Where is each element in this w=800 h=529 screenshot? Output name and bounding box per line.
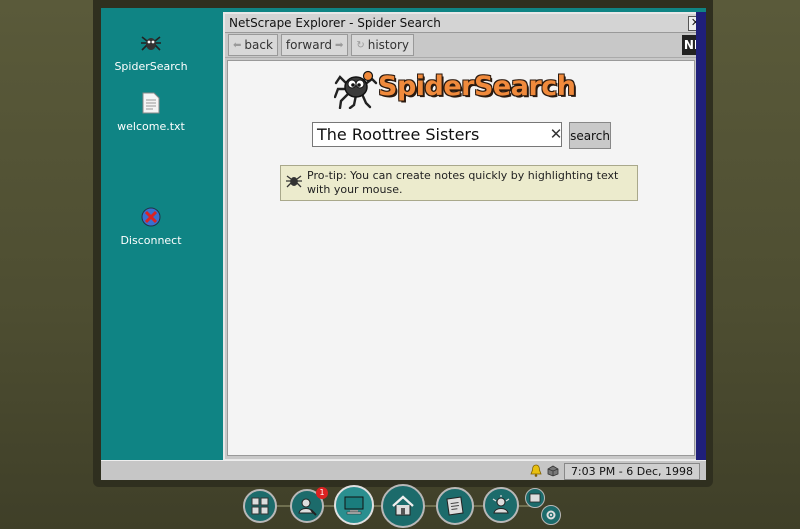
bell-icon[interactable] — [530, 462, 542, 481]
clear-search-icon[interactable]: ✕ — [548, 124, 564, 144]
history-label: history — [367, 38, 409, 52]
arrow-left-icon: ⬅ — [233, 39, 242, 51]
grid-tools-icon — [251, 497, 269, 515]
browser-window: NetScrape Explorer - Spider Search ✕ ⬅ b… — [223, 12, 706, 461]
desktop-icon-label: SpiderSearch — [114, 60, 188, 73]
dock-home-button[interactable] — [381, 484, 425, 528]
desktop-icon-welcome-txt[interactable]: welcome.txt — [106, 90, 196, 133]
logo-text: SpiderSearch — [378, 71, 576, 102]
taskbar-clock: 7:03 PM - 6 Dec, 1998 — [563, 462, 700, 480]
person-icon — [492, 495, 510, 514]
profile-search-icon — [298, 498, 317, 516]
taskbar: 7:03 PM - 6 Dec, 1998 — [101, 460, 706, 480]
dock-computer-button[interactable] — [334, 485, 374, 525]
system-tray: 7:03 PM - 6 Dec, 1998 — [530, 462, 700, 481]
notes-icon — [446, 496, 464, 516]
dock-contacts-button[interactable] — [483, 487, 519, 523]
desktop-icon-disconnect[interactable]: Disconnect — [106, 204, 196, 247]
card-icon — [529, 493, 541, 503]
back-button[interactable]: ⬅ back — [228, 34, 278, 56]
window-title: NetScrape Explorer - Spider Search — [229, 16, 441, 30]
disconnect-icon — [138, 204, 164, 230]
dock-profile-search-button[interactable]: 1 — [290, 487, 328, 523]
desktop-screen: SpiderSearch welcome.txt Disconnect NetS… — [101, 8, 706, 480]
search-input[interactable]: The Roottree Sisters — [312, 122, 562, 147]
browser-toolbar: ⬅ back forward ➡ ↻ history NE — [225, 33, 706, 58]
window-edge — [696, 12, 706, 460]
page-content: SpiderSearch The Roottree Sisters ✕ sear… — [227, 60, 695, 456]
window-titlebar[interactable]: NetScrape Explorer - Spider Search ✕ — [225, 14, 706, 33]
spider-icon — [286, 175, 302, 188]
history-button[interactable]: ↻ history — [351, 34, 414, 56]
computer-icon — [344, 496, 364, 515]
notification-badge: 1 — [316, 487, 328, 499]
protip-box: Pro-tip: You can create notes quickly by… — [280, 165, 638, 201]
text-file-icon — [138, 90, 164, 116]
desktop-icon-spidersearch[interactable]: SpiderSearch — [106, 30, 196, 73]
network-icon[interactable] — [546, 462, 560, 481]
spidersearch-logo: SpiderSearch — [334, 67, 594, 111]
search-button[interactable]: search — [569, 122, 611, 149]
dock-settings-button[interactable] — [541, 505, 561, 525]
arrow-right-icon: ➡ — [334, 39, 344, 51]
protip-text: Pro-tip: You can create notes quickly by… — [307, 169, 619, 196]
dock-card-button[interactable] — [525, 488, 545, 508]
spider-icon — [138, 30, 164, 56]
dock-tools-button[interactable] — [243, 489, 277, 523]
gear-icon — [546, 510, 556, 520]
desktop-icon-label: welcome.txt — [117, 120, 185, 133]
desktop-icon-label: Disconnect — [120, 234, 182, 247]
forward-label: forward — [285, 38, 332, 52]
spider-logo-icon — [334, 70, 378, 109]
history-icon: ↻ — [356, 39, 365, 51]
dock-notes-button[interactable] — [436, 487, 474, 525]
home-icon — [392, 495, 414, 516]
back-label: back — [244, 38, 273, 52]
forward-button[interactable]: forward ➡ — [280, 34, 349, 56]
